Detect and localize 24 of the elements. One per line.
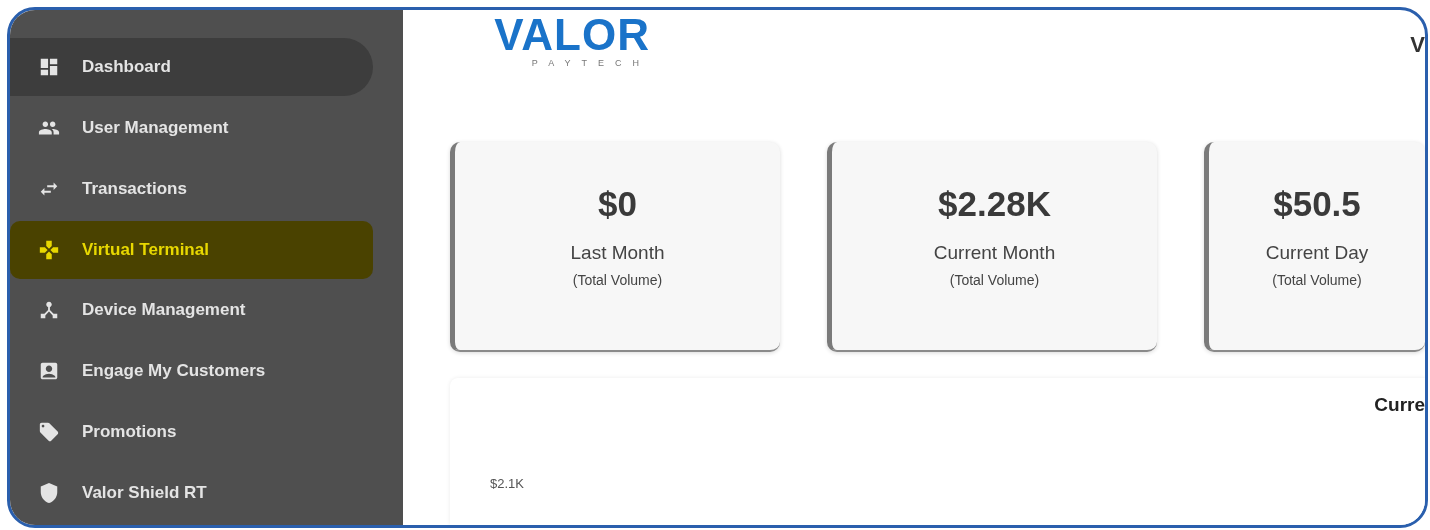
sidebar-item[interactable]: Dashboard	[10, 38, 373, 96]
sidebar-item[interactable]: Virtual Terminal	[10, 220, 373, 279]
stat-label: Current Day	[1265, 242, 1369, 264]
stat-label: Current Month	[933, 242, 1056, 264]
sidebar-item[interactable]: Device Management	[10, 281, 373, 340]
stat-value: $0	[598, 184, 637, 224]
tag-icon	[38, 421, 60, 444]
header-text: V	[1410, 32, 1425, 58]
stat-value: $2.28K	[938, 184, 1051, 224]
logo-wordmark: VALOR	[494, 12, 650, 58]
sidebar-item[interactable]: Engage My Customers	[10, 342, 373, 401]
stat-sublabel: (Total Volume)	[949, 272, 1040, 288]
stat-sublabel: (Total Volume)	[572, 272, 663, 288]
sidebar-item[interactable]: Valor Shield RT	[10, 464, 373, 522]
y-axis-label: $2.1K	[490, 476, 525, 491]
chart-title: Curre	[1374, 394, 1425, 416]
stat-value: $50.5	[1273, 184, 1361, 224]
stat-label: Last Month	[570, 242, 665, 264]
sidebar-item[interactable]: Transactions	[10, 159, 373, 218]
sidebar-item[interactable]: User Management	[10, 98, 373, 157]
sidebar-item[interactable]: Promotions	[10, 403, 373, 462]
stat-sublabel: (Total Volume)	[1272, 272, 1362, 288]
shield-icon	[38, 482, 60, 505]
logo-tagline: PAYTECH	[531, 58, 650, 68]
